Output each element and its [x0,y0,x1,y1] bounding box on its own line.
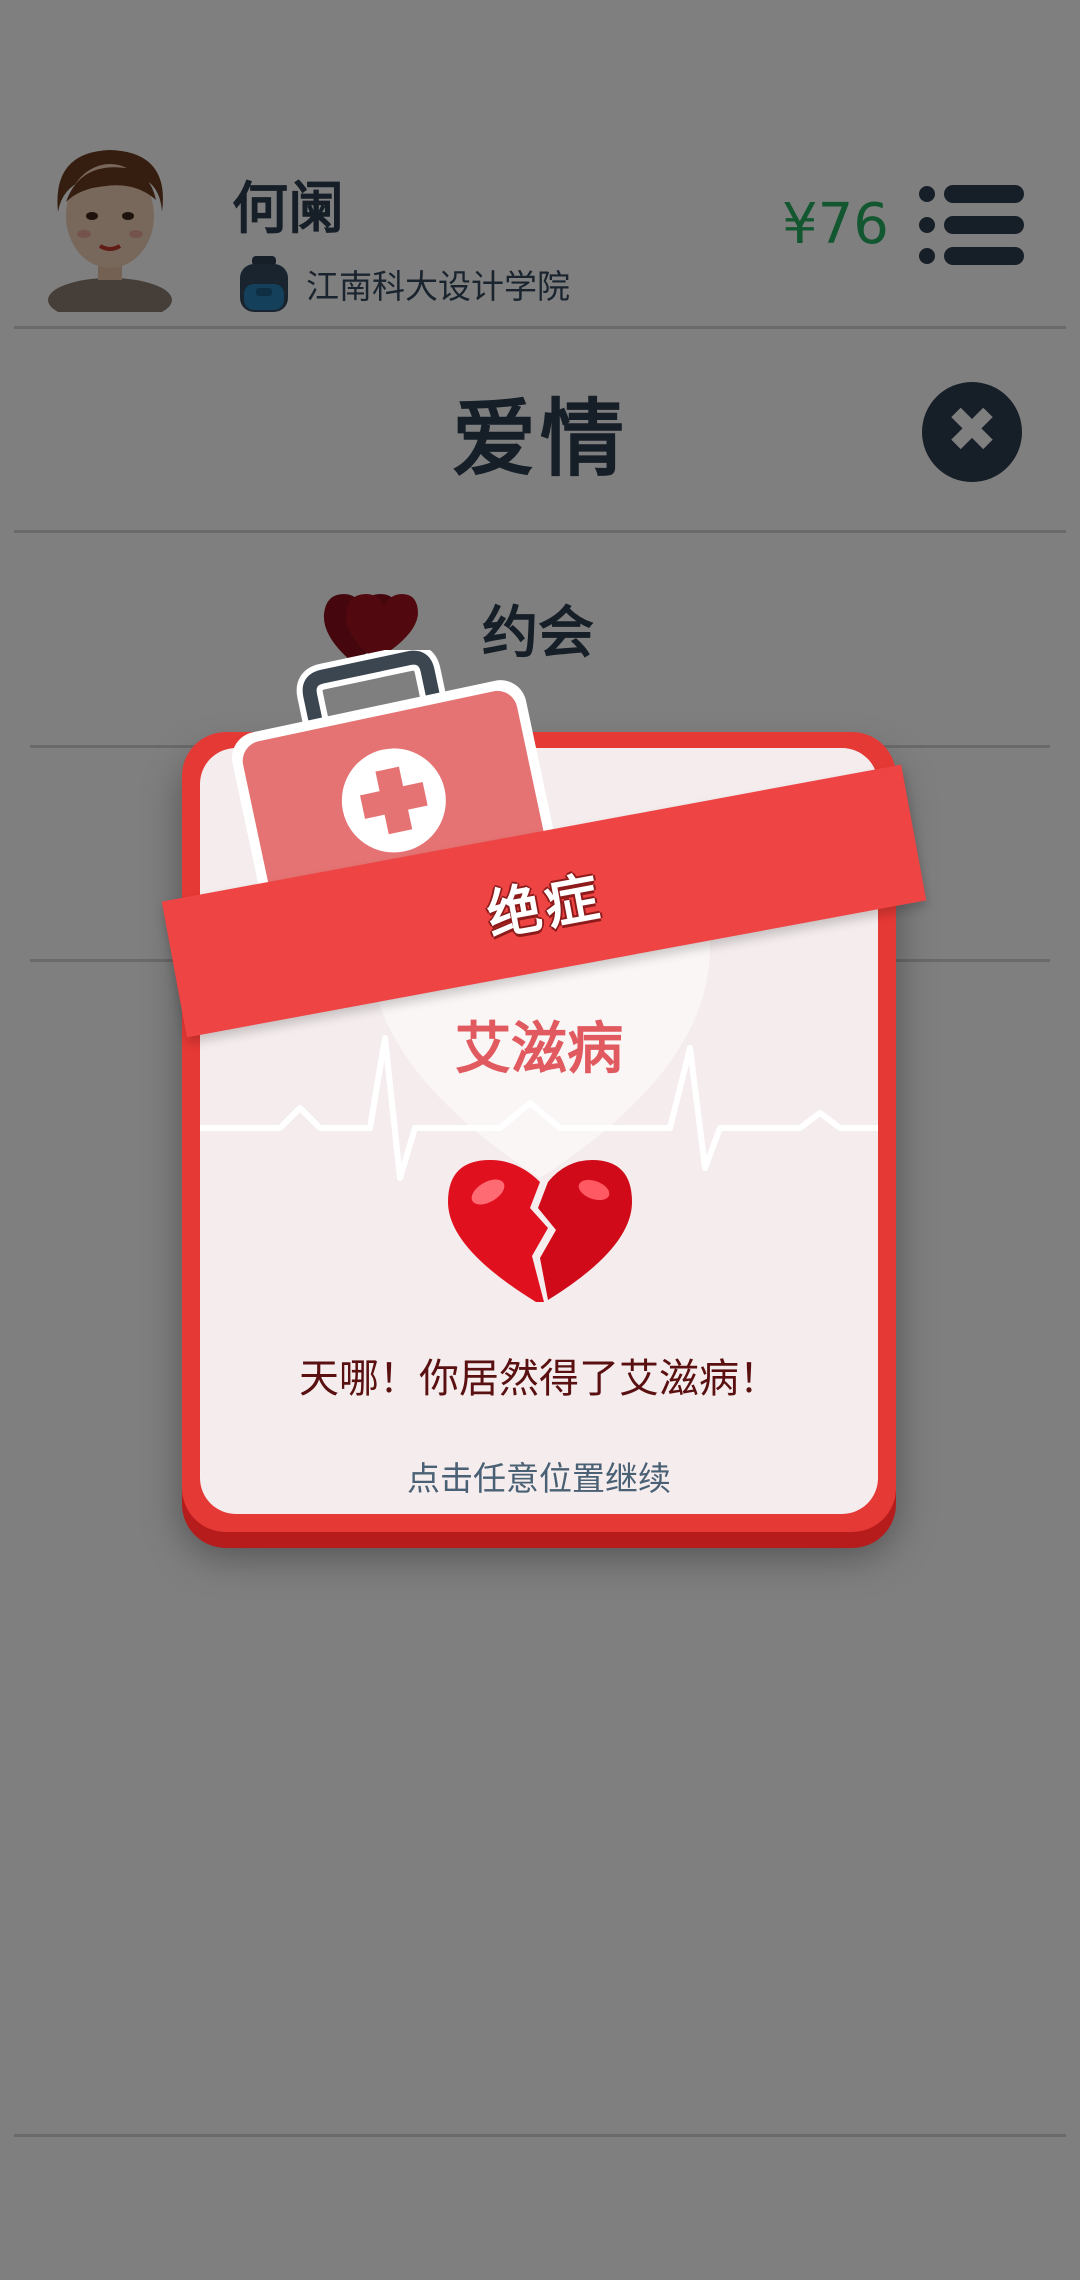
broken-heart-icon [448,1160,632,1302]
event-category: 绝症 [482,864,608,948]
continue-hint: 点击任意位置继续 [407,1459,671,1498]
event-message: 天哪！你居然得了艾滋病！ [299,1356,779,1402]
disease-name: 艾滋病 [455,1017,623,1082]
